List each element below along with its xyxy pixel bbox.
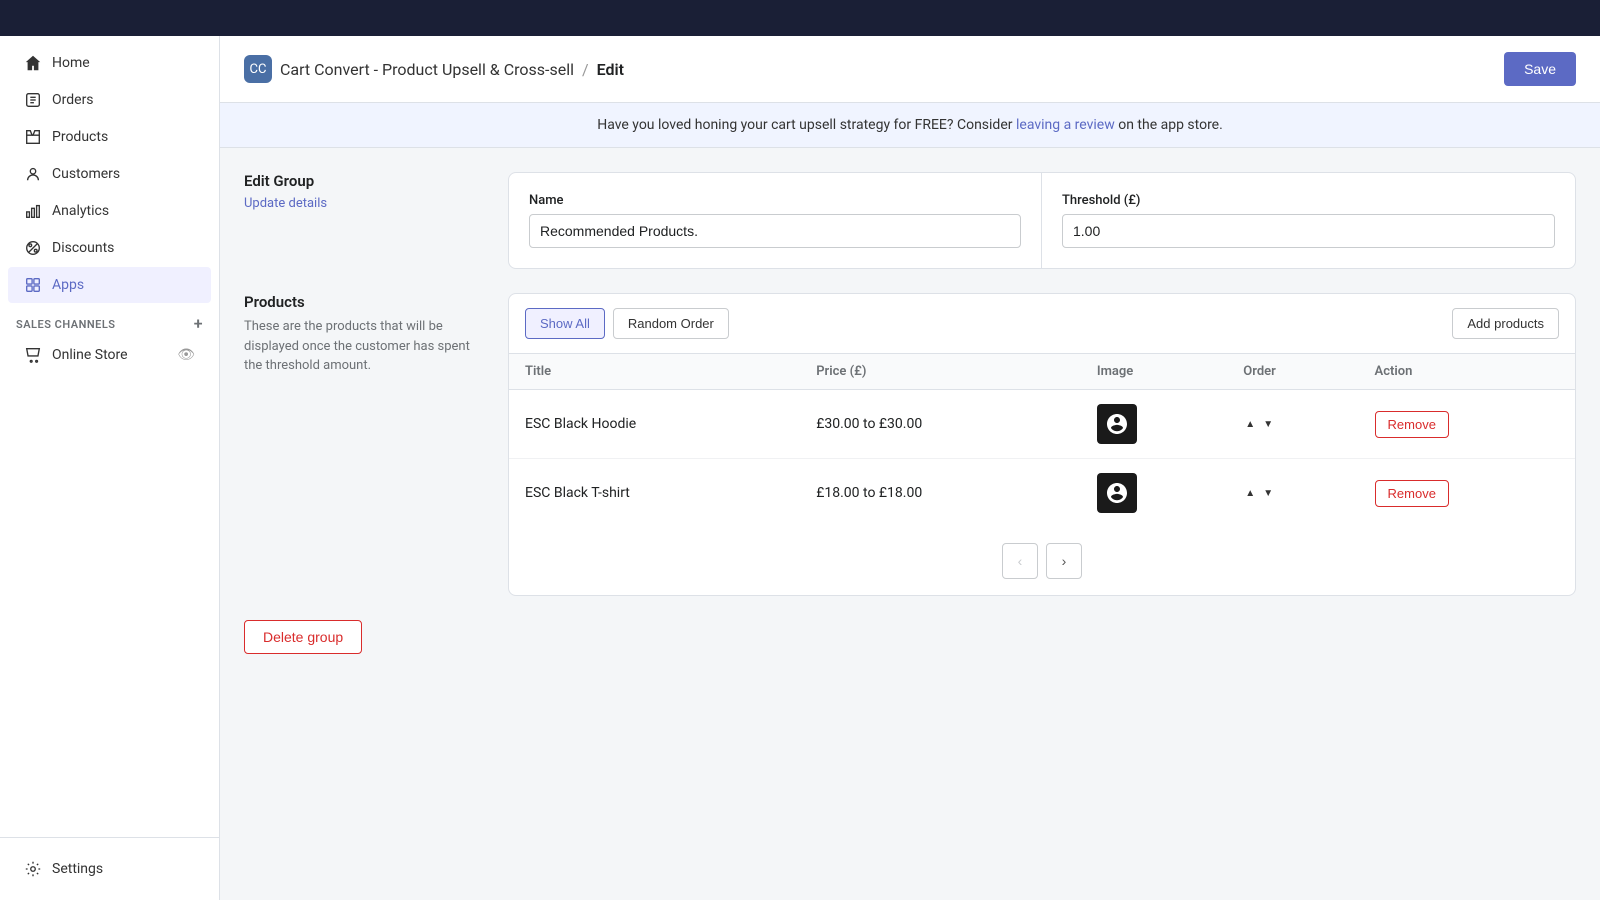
products-card: Show All Random Order Add products Title… (508, 293, 1576, 596)
cell-action-0: Remove (1359, 390, 1575, 459)
sidebar-nav: Home Orders Products Custo (0, 36, 219, 837)
product-image-1 (1097, 473, 1137, 513)
sidebar-item-home[interactable]: Home (8, 45, 211, 81)
cell-order-0: ▲ ▼ (1227, 390, 1358, 459)
cell-action-1: Remove (1359, 459, 1575, 528)
threshold-input[interactable] (1062, 214, 1555, 248)
table-head: Title Price (£) Image Order Action (509, 354, 1575, 390)
add-sales-channel-button[interactable]: + (194, 316, 203, 332)
products-section: Products These are the products that wil… (244, 293, 1576, 596)
products-title: Products (244, 293, 484, 311)
next-page-button[interactable]: › (1046, 543, 1082, 579)
banner-review-link[interactable]: leaving a review (1016, 117, 1115, 133)
col-image: Image (1081, 354, 1227, 390)
remove-button-1[interactable]: Remove (1375, 480, 1449, 507)
sidebar-item-customers[interactable]: Customers (8, 156, 211, 192)
home-icon (24, 54, 42, 72)
sales-channels-header: SALES CHANNELS + (0, 304, 219, 336)
sidebar-item-orders[interactable]: Orders (8, 82, 211, 118)
update-details-link[interactable]: Update details (244, 196, 484, 211)
breadcrumb-app-link[interactable]: Cart Convert - Product Upsell & Cross-se… (280, 60, 574, 79)
form-grid: Name Threshold (£) (509, 173, 1575, 268)
pagination: ‹ › (509, 527, 1575, 595)
sidebar: Home Orders Products Custo (0, 36, 220, 900)
edit-group-section: Edit Group Update details Name Threshold… (244, 172, 1576, 269)
apps-icon (24, 276, 42, 294)
col-title: Title (509, 354, 800, 390)
discounts-icon (24, 239, 42, 257)
name-label: Name (529, 193, 1021, 208)
cell-price-0: £30.00 to £30.00 (800, 390, 1081, 459)
col-order: Order (1227, 354, 1358, 390)
col-action: Action (1359, 354, 1575, 390)
move-up-button-1[interactable]: ▲ (1243, 486, 1257, 501)
cell-image-1 (1081, 459, 1227, 528)
delete-section: Delete group (244, 620, 1576, 666)
online-store-eye-icon: 👁 (177, 347, 195, 363)
threshold-field: Threshold (£) (1042, 173, 1575, 268)
cell-title-1: ESC Black T-shirt (509, 459, 800, 528)
sidebar-item-settings[interactable]: Settings (8, 851, 211, 887)
move-down-button-1[interactable]: ▼ (1261, 486, 1275, 501)
products-icon (24, 128, 42, 146)
banner-text-after: on the app store. (1115, 117, 1223, 133)
sidebar-item-online-store[interactable]: Online Store 👁 (8, 337, 211, 373)
delete-group-button[interactable]: Delete group (244, 620, 362, 654)
online-store-icon (24, 346, 42, 364)
sidebar-item-products[interactable]: Products (8, 119, 211, 155)
breadcrumb-separator: / (582, 60, 589, 79)
move-up-button-0[interactable]: ▲ (1243, 417, 1257, 432)
banner-text-before: Have you loved honing your cart upsell s… (597, 117, 1016, 133)
sidebar-item-discounts[interactable]: Discounts (8, 230, 211, 266)
cell-order-1: ▲ ▼ (1227, 459, 1358, 528)
cell-price-1: £18.00 to £18.00 (800, 459, 1081, 528)
table-row: ESC Black Hoodie £30.00 to £30.00 ▲ ▼ Re… (509, 390, 1575, 459)
top-bar (0, 0, 1600, 36)
random-order-button[interactable]: Random Order (613, 308, 729, 339)
edit-group-label: Edit Group Update details (244, 172, 484, 211)
product-image-0 (1097, 404, 1137, 444)
name-input[interactable] (529, 214, 1021, 248)
sidebar-item-analytics[interactable]: Analytics (8, 193, 211, 229)
customers-icon (24, 165, 42, 183)
col-price: Price (£) (800, 354, 1081, 390)
orders-icon (24, 91, 42, 109)
edit-group-card: Name Threshold (£) (508, 172, 1576, 269)
save-button[interactable]: Save (1504, 52, 1576, 86)
table-header-row: Title Price (£) Image Order Action (509, 354, 1575, 390)
products-label: Products These are the products that wil… (244, 293, 484, 376)
page-body: Edit Group Update details Name Threshold… (220, 148, 1600, 900)
cell-image-0 (1081, 390, 1227, 459)
products-table: Title Price (£) Image Order Action ESC B… (509, 354, 1575, 527)
remove-button-0[interactable]: Remove (1375, 411, 1449, 438)
analytics-icon (24, 202, 42, 220)
edit-group-title: Edit Group (244, 172, 484, 190)
app-icon: CC (244, 55, 272, 83)
sidebar-item-apps[interactable]: Apps (8, 267, 211, 303)
main-content: CC Cart Convert - Product Upsell & Cross… (220, 36, 1600, 900)
breadcrumb: CC Cart Convert - Product Upsell & Cross… (244, 55, 624, 83)
table-body: ESC Black Hoodie £30.00 to £30.00 ▲ ▼ Re… (509, 390, 1575, 528)
add-products-button[interactable]: Add products (1452, 308, 1559, 339)
move-down-button-0[interactable]: ▼ (1261, 417, 1275, 432)
name-field: Name (509, 173, 1042, 268)
prev-page-button[interactable]: ‹ (1002, 543, 1038, 579)
cell-title-0: ESC Black Hoodie (509, 390, 800, 459)
breadcrumb-current: Edit (597, 60, 624, 79)
products-toolbar: Show All Random Order Add products (509, 294, 1575, 354)
settings-icon (24, 860, 42, 878)
table-row: ESC Black T-shirt £18.00 to £18.00 ▲ ▼ R… (509, 459, 1575, 528)
threshold-label: Threshold (£) (1062, 193, 1555, 208)
promotion-banner: Have you loved honing your cart upsell s… (220, 103, 1600, 148)
sidebar-footer: Settings (0, 837, 219, 900)
page-header: CC Cart Convert - Product Upsell & Cross… (220, 36, 1600, 103)
toolbar-left: Show All Random Order (525, 308, 729, 339)
show-all-button[interactable]: Show All (525, 308, 605, 339)
products-desc: These are the products that will be disp… (244, 317, 484, 376)
